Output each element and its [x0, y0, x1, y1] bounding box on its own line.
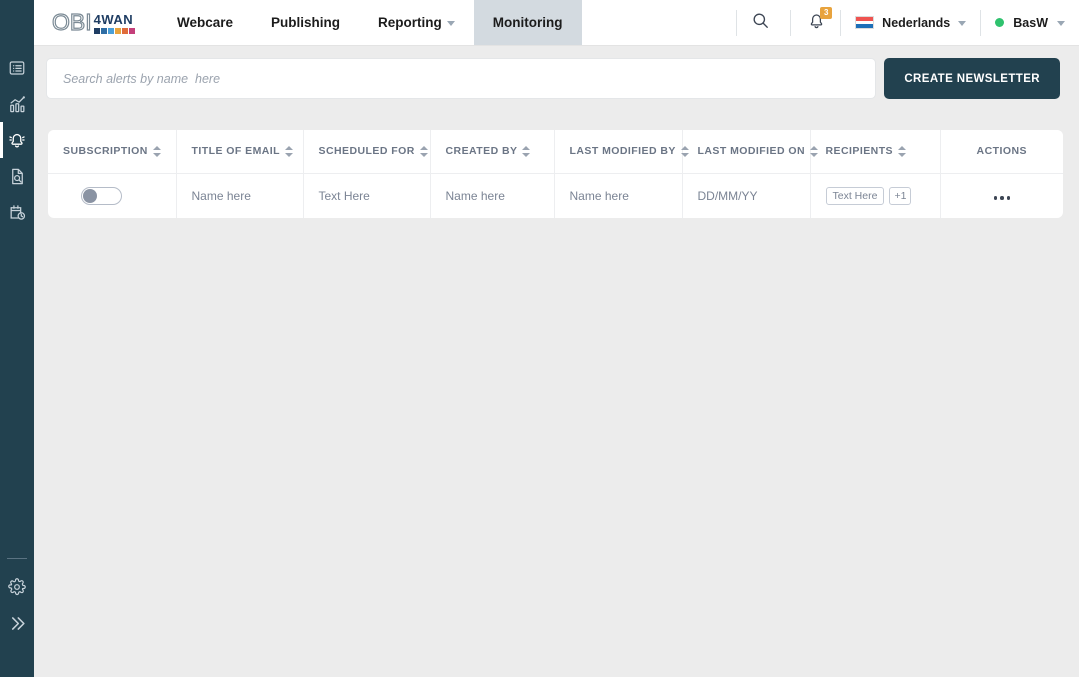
sort-icon[interactable] [680, 145, 689, 157]
table-row: Name here Text Here Name here Name here … [48, 173, 1063, 218]
toolbar: CREATE NEWSLETTER [46, 58, 1060, 99]
column-header-last-modified-by[interactable]: LAST MODIFIED BY [554, 130, 689, 174]
sidebar-item-settings[interactable] [0, 569, 34, 605]
double-chevron-right-icon [8, 614, 27, 633]
table-header-row: SUBSCRIPTION TITLE OF EMAIL SCHEDULED FO… [48, 130, 1063, 174]
column-label: LAST MODIFIED ON [697, 145, 806, 158]
calendar-clock-icon [8, 203, 27, 222]
nav-tab-label: Reporting [378, 15, 442, 30]
column-label: SCHEDULED FOR [318, 145, 415, 158]
cell-scheduled-for: Text Here [303, 173, 431, 218]
toggle-knob [83, 188, 97, 203]
sort-icon[interactable] [898, 145, 907, 157]
logo-primary-text: OBI [51, 9, 92, 35]
sort-icon[interactable] [522, 145, 531, 157]
ellipsis-icon[interactable] [993, 196, 1010, 200]
bell-icon [7, 130, 27, 150]
column-label: CREATED BY [445, 145, 518, 158]
column-label: TITLE OF EMAIL [191, 145, 281, 158]
sort-icon[interactable] [419, 145, 428, 157]
nav-divider [790, 9, 792, 36]
analytics-icon [8, 95, 27, 114]
top-nav-right-controls: 3 Nederlands BasW [722, 0, 1079, 45]
user-menu[interactable]: BasW [995, 16, 1065, 30]
app-root: OBI 4WAN Webcare Publishing Reporting Mo… [0, 0, 1079, 677]
nav-tab-webcare[interactable]: Webcare [158, 0, 252, 45]
column-header-scheduled-for[interactable]: SCHEDULED FOR [303, 130, 431, 174]
search-input[interactable] [63, 71, 860, 86]
search-icon [751, 11, 770, 35]
column-header-subscription[interactable]: SUBSCRIPTION [48, 130, 177, 174]
logo[interactable]: OBI 4WAN [34, 0, 146, 45]
nav-tab-publishing[interactable]: Publishing [252, 0, 359, 45]
column-header-created-by[interactable]: CREATED BY [430, 130, 555, 174]
cell-title-of-email: Name here [176, 173, 304, 218]
sidebar-item-scheduled[interactable] [0, 194, 34, 230]
sidebar-primary-nav [0, 50, 34, 230]
flag-netherlands-icon [855, 16, 875, 29]
cell-actions [940, 173, 1063, 218]
nav-tab-reporting[interactable]: Reporting [359, 0, 474, 45]
search-button[interactable] [751, 11, 770, 35]
cell-created-by: Name here [430, 173, 555, 218]
sidebar-item-analytics[interactable] [0, 86, 34, 122]
create-newsletter-button[interactable]: CREATE NEWSLETTER [884, 58, 1060, 99]
document-search-icon [8, 167, 27, 186]
sort-icon[interactable] [285, 145, 294, 157]
nav-divider [980, 9, 982, 36]
column-header-actions: ACTIONS [940, 130, 1063, 174]
primary-nav-tabs: Webcare Publishing Reporting Monitoring [158, 0, 582, 45]
sidebar-divider [7, 558, 27, 559]
nav-tab-label: Monitoring [492, 15, 563, 30]
sidebar-item-reports[interactable] [0, 158, 34, 194]
status-indicator-online [995, 18, 1005, 27]
sort-icon[interactable] [810, 145, 819, 157]
column-label: SUBSCRIPTION [63, 145, 148, 158]
cell-last-modified-on: DD/MM/YY [682, 173, 811, 218]
language-label: Nederlands [882, 15, 951, 30]
column-header-title-of-email[interactable]: TITLE OF EMAIL [176, 130, 304, 174]
nav-tab-label: Publishing [271, 15, 341, 30]
list-icon [8, 59, 26, 77]
nav-tab-label: Webcare [177, 15, 234, 30]
sidebar-item-overview[interactable] [0, 50, 34, 86]
recipient-overflow-chip[interactable]: +1 [889, 186, 912, 205]
nav-divider [736, 9, 738, 36]
column-label: RECIPIENTS [825, 145, 894, 158]
cell-subscription [48, 173, 177, 218]
column-header-recipients[interactable]: RECIPIENTS [810, 130, 941, 174]
sidebar-item-expand[interactable] [0, 605, 34, 641]
sidebar-secondary-nav [0, 558, 34, 677]
user-name-label: BasW [1013, 15, 1048, 30]
nav-tab-monitoring[interactable]: Monitoring [473, 0, 582, 45]
cell-recipients: Text Here +1 [810, 173, 941, 218]
newsletters-table: SUBSCRIPTION TITLE OF EMAIL SCHEDULED FO… [48, 130, 1063, 218]
sidebar-item-alerts[interactable] [0, 122, 34, 158]
top-navigation-bar: OBI 4WAN Webcare Publishing Reporting Mo… [34, 0, 1079, 46]
search-field-wrapper[interactable] [46, 58, 877, 99]
subscription-toggle[interactable] [81, 186, 122, 205]
nav-divider [840, 9, 842, 36]
chevron-down-icon [446, 21, 455, 26]
language-selector[interactable]: Nederlands [855, 15, 967, 30]
cell-last-modified-by: Name here [554, 173, 683, 218]
chevron-down-icon [958, 21, 967, 26]
left-sidebar [0, 0, 34, 677]
logo-secondary-text: 4WAN [93, 12, 134, 27]
sort-icon[interactable] [152, 145, 161, 157]
column-label: ACTIONS [976, 145, 1027, 158]
notification-badge: 3 [820, 6, 833, 19]
gear-icon [8, 578, 26, 596]
column-header-last-modified-on[interactable]: LAST MODIFIED ON [682, 130, 819, 174]
logo-color-squares [93, 28, 135, 34]
column-label: LAST MODIFIED BY [569, 145, 676, 158]
recipient-chip[interactable]: Text Here [825, 186, 885, 205]
chevron-down-icon [1057, 21, 1065, 26]
notifications-button[interactable]: 3 [807, 6, 833, 35]
